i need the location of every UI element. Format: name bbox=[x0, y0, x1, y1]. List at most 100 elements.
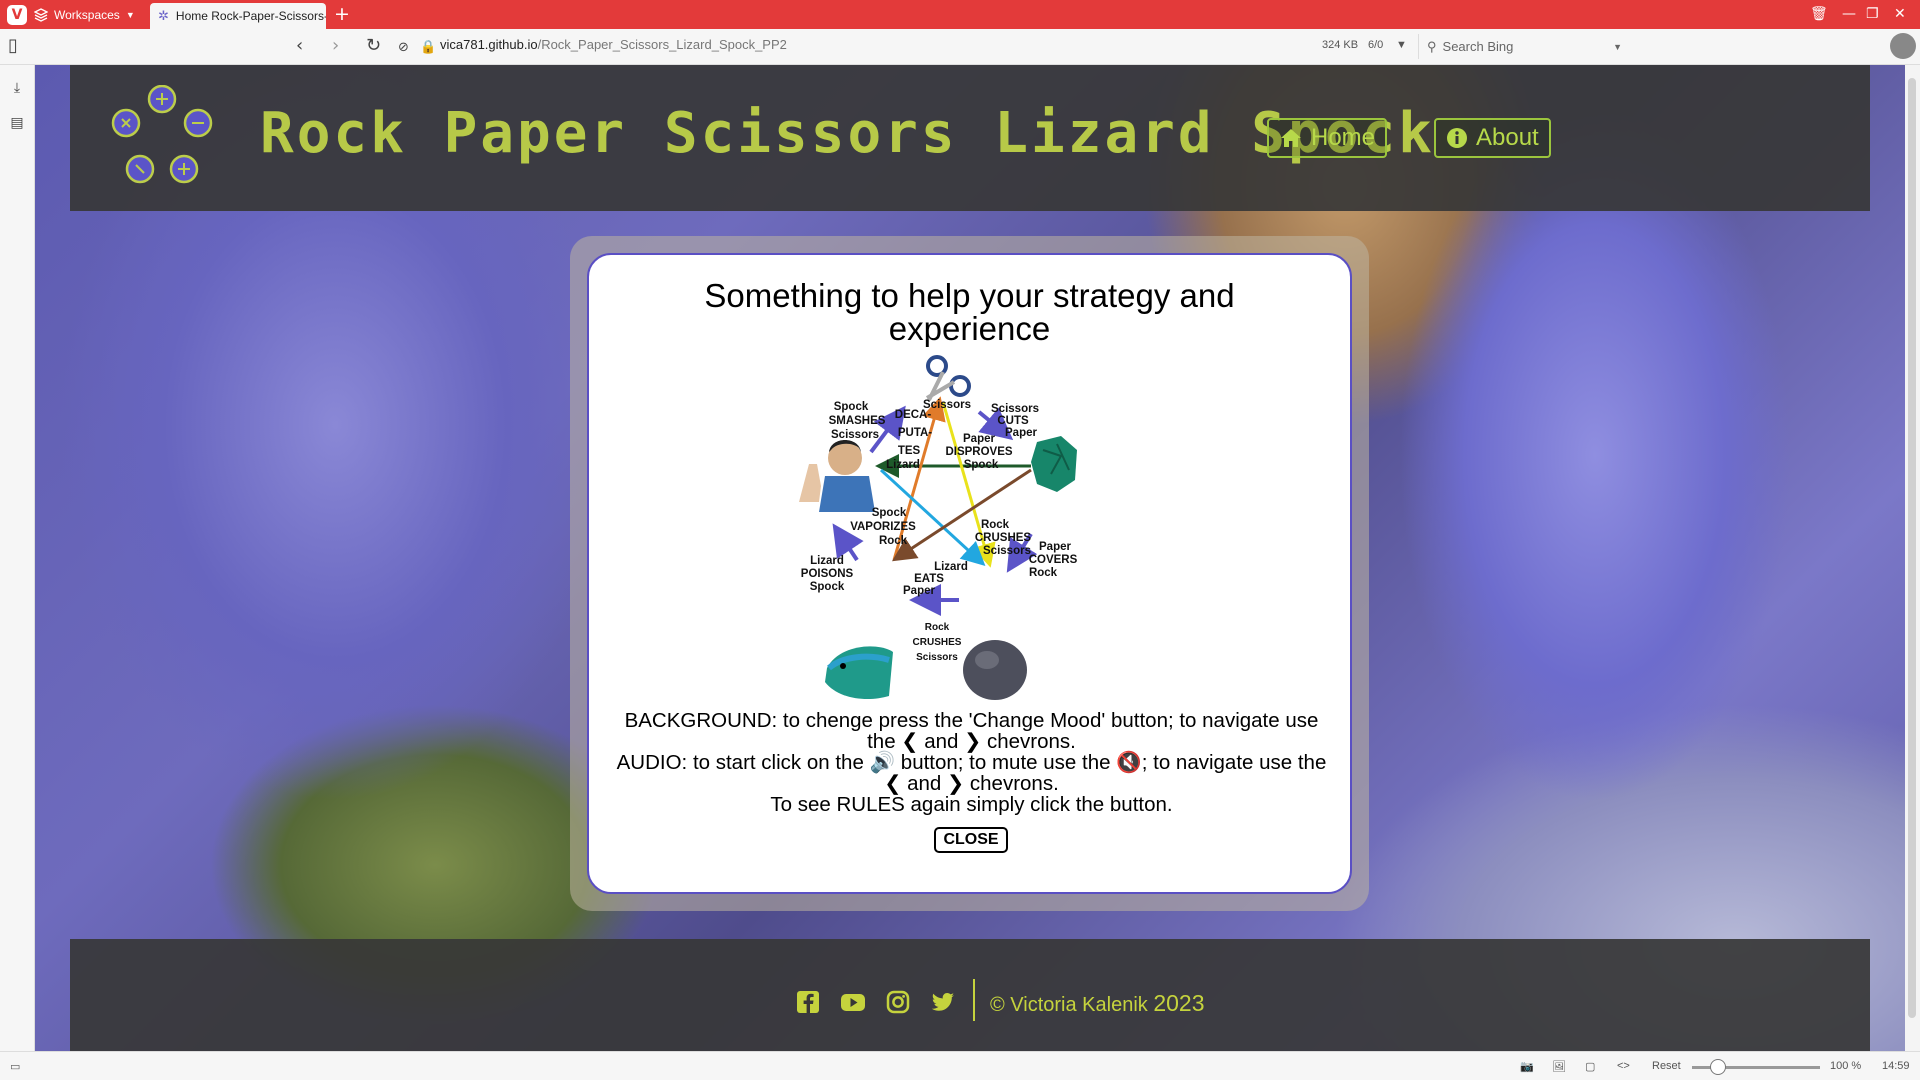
youtube-icon[interactable] bbox=[840, 989, 866, 1015]
instruction-text: AUDIO: to start click on the bbox=[616, 751, 864, 774]
diagram-label: DECA- bbox=[895, 409, 932, 421]
diagram-label: Scissors bbox=[991, 403, 1039, 415]
favicon-icon: ✲ bbox=[158, 8, 169, 23]
restore-icon[interactable]: ❐ bbox=[1866, 5, 1879, 23]
chevron-down-icon: ▼ bbox=[125, 10, 135, 20]
diagram-label: Scissors bbox=[831, 429, 879, 441]
home-label: Home bbox=[1311, 124, 1376, 151]
rules-modal: Something to help your strategy and expe… bbox=[587, 253, 1352, 894]
diagram-label: Rock bbox=[1029, 567, 1058, 579]
window-panel-icon[interactable]: ▤ bbox=[9, 115, 25, 131]
side-panel: ⤓ ▤ bbox=[0, 65, 35, 1051]
lock-icon[interactable]: 🔒 bbox=[420, 38, 436, 58]
chevron-right-icon: ❯ bbox=[947, 772, 965, 795]
lizard-icon bbox=[825, 646, 893, 700]
diagram-label: Rock bbox=[879, 535, 908, 547]
close-button[interactable]: CLOSE bbox=[934, 827, 1008, 853]
new-tab-icon[interactable]: + bbox=[334, 4, 350, 24]
instruction-text: ; to navigate use the bbox=[1141, 751, 1327, 774]
instagram-icon[interactable] bbox=[885, 989, 911, 1015]
tab-title: Home Rock-Paper-Scissors- bbox=[175, 9, 326, 23]
volume-mute-icon: 🔇 bbox=[1116, 751, 1142, 774]
site-footer: © Victoria Kalenik 2023 bbox=[70, 939, 1870, 1051]
zoom-level: 100 % bbox=[1830, 1060, 1862, 1072]
diagram-label: CRUSHES bbox=[913, 637, 962, 648]
footer-divider bbox=[973, 979, 975, 1021]
back-icon[interactable]: ‹ bbox=[296, 36, 303, 56]
images-icon[interactable]: 🖼 bbox=[1552, 1060, 1566, 1073]
copyright-year: 2023 bbox=[1153, 990, 1205, 1016]
rules-instruction: To see RULES again simply click the butt… bbox=[770, 793, 1173, 816]
instruction-text: button; to mute use the bbox=[900, 751, 1111, 774]
tracker-blocker-icon[interactable]: ⊘ bbox=[398, 38, 409, 58]
diagram-label: DISPROVES bbox=[945, 446, 1012, 458]
page-tiling-icon[interactable]: ▢ bbox=[1585, 1060, 1595, 1073]
background-instruction: BACKGROUND: to chenge press the 'Change … bbox=[609, 710, 1334, 752]
reload-icon[interactable]: ↻ bbox=[366, 36, 381, 56]
chevron-right-icon: ❯ bbox=[964, 730, 982, 753]
audio-instruction: AUDIO: to start click on the 🔊 button; t… bbox=[609, 752, 1334, 794]
rules-diagram: Scissors Scissors CUTS Paper Spock SMASH… bbox=[799, 355, 1078, 700]
tab-active[interactable]: ✲ Home Rock-Paper-Scissors- bbox=[150, 3, 326, 29]
search-engine-dropdown-icon[interactable]: ▼ bbox=[1613, 42, 1622, 52]
url-field[interactable]: vica781.github.io/Rock_Paper_Scissors_Li… bbox=[440, 37, 787, 52]
chevron-down-icon[interactable]: ▼ bbox=[1396, 39, 1407, 51]
diagram-label: Spock bbox=[872, 507, 907, 519]
browser-tab-bar: V Workspaces ▼ ✲ Home Rock-Paper-Scissor… bbox=[0, 0, 1920, 29]
site-header: Rock Paper Scissors Lizard Spock Home Ab… bbox=[70, 65, 1870, 211]
diagram-label: Scissors bbox=[916, 652, 958, 663]
profile-avatar[interactable] bbox=[1890, 33, 1916, 59]
facebook-icon[interactable] bbox=[795, 989, 821, 1015]
home-icon bbox=[1281, 129, 1301, 147]
search-icon: ⚲ bbox=[1427, 38, 1437, 54]
copyright-text: © Victoria Kalenik bbox=[990, 994, 1148, 1016]
paper-icon bbox=[1031, 436, 1077, 492]
scrollbar-thumb[interactable] bbox=[1908, 78, 1916, 1018]
diagram-label: Paper bbox=[1005, 427, 1037, 439]
logo-icon[interactable] bbox=[110, 85, 214, 189]
instruction-text: chevrons. bbox=[987, 730, 1076, 753]
zoom-reset-button[interactable]: Reset bbox=[1652, 1060, 1681, 1072]
diagram-label: Rock bbox=[981, 519, 1010, 531]
modal-title: Something to help your strategy and expe… bbox=[704, 277, 1235, 347]
panel-toggle-icon[interactable]: ▭ bbox=[10, 1060, 20, 1073]
scissors-icon bbox=[925, 355, 971, 401]
minimize-icon[interactable]: — bbox=[1842, 5, 1856, 23]
chevron-left-icon: ❮ bbox=[884, 772, 902, 795]
twitter-icon[interactable] bbox=[930, 989, 956, 1015]
capture-icon[interactable]: 📷 bbox=[1520, 1060, 1534, 1073]
page-size: 324 KB bbox=[1322, 39, 1359, 51]
copyright: © Victoria Kalenik 2023 bbox=[990, 990, 1205, 1017]
counter-badge[interactable]: 6/0 bbox=[1368, 39, 1383, 51]
diagram-label: Rock bbox=[925, 622, 950, 633]
workspaces-button[interactable]: Workspaces ▼ bbox=[34, 4, 135, 26]
about-button[interactable]: About bbox=[1434, 118, 1551, 158]
downloads-icon[interactable]: ⤓ bbox=[9, 80, 25, 96]
page-actions-icon[interactable]: <> bbox=[1617, 1060, 1630, 1072]
instruction-text: and bbox=[924, 730, 959, 753]
about-label: About bbox=[1476, 124, 1539, 151]
url-path: /Rock_Paper_Scissors_Lizard_Spock_PP2 bbox=[537, 37, 787, 52]
diagram-label: Spock bbox=[834, 401, 869, 413]
zoom-slider-handle[interactable] bbox=[1710, 1059, 1726, 1075]
trash-icon[interactable]: 🗑 bbox=[1810, 5, 1828, 23]
status-bar: ▭ 📷 🖼 ▢ <> Reset 100 % 14:59 bbox=[0, 1051, 1920, 1080]
diagram-label: PUTA- bbox=[898, 427, 932, 439]
instruction-text: and bbox=[907, 772, 942, 795]
diagram-label: EATS bbox=[914, 573, 944, 585]
diagram-label: CRUSHES bbox=[975, 532, 1032, 544]
panel-toggle-icon[interactable]: ▯ bbox=[8, 36, 18, 56]
vivaldi-menu-icon[interactable]: V bbox=[7, 5, 27, 25]
instruction-text: chevrons. bbox=[969, 772, 1059, 795]
diagram-label: SMASHES bbox=[829, 415, 886, 427]
diagram-label: CUTS bbox=[997, 415, 1029, 427]
search-field[interactable]: ⚲ Search Bing ▼ bbox=[1418, 34, 1630, 59]
close-window-icon[interactable]: ✕ bbox=[1894, 5, 1906, 23]
diagram-label: TES bbox=[898, 445, 921, 457]
search-placeholder: Search Bing bbox=[1442, 39, 1514, 54]
site-title: Rock Paper Scissors Lizard Spock bbox=[260, 101, 1435, 166]
diagram-label: Lizard bbox=[886, 459, 920, 471]
diagram-label: Lizard bbox=[934, 561, 968, 573]
home-button[interactable]: Home bbox=[1267, 118, 1388, 158]
forward-icon[interactable]: › bbox=[332, 36, 339, 56]
